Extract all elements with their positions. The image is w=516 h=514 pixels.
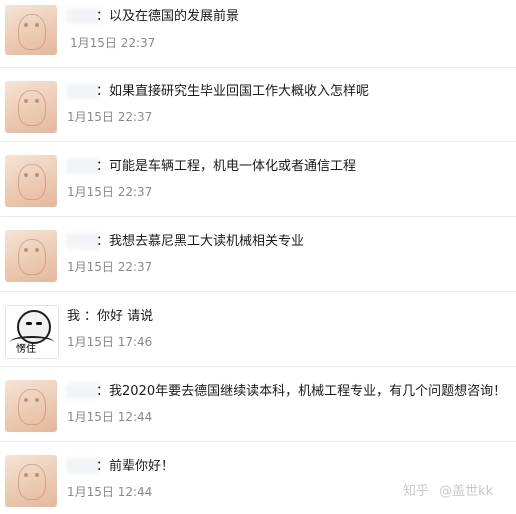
sender-name-blurred (66, 83, 100, 99)
list-item[interactable]: ：以及在德国的发展前景 1月15日 22:37 (0, 0, 516, 75)
avatar[interactable] (5, 5, 57, 55)
watermark-at: @ (439, 484, 453, 499)
watermark-author: 盖世kk (452, 484, 494, 499)
sender-name-blurred (66, 158, 100, 174)
divider (0, 67, 516, 68)
watermark-brand: 知乎 (403, 484, 430, 499)
message-time: 1月15日 22:37 (67, 260, 153, 274)
message-text: ：你好 请说 (84, 309, 154, 324)
message-text: ：以及在德国的发展前景 (96, 9, 240, 24)
message-time: 1月15日 22:37 (67, 110, 153, 124)
list-item[interactable]: ：如果直接研究生毕业回国工作大概收入怎样呢 1月15日 22:37 (0, 75, 516, 150)
message-time: 1月15日 12:44 (67, 410, 153, 424)
list-item[interactable]: ：我想去慕尼黑工大读机械相关专业 1月15日 22:37 (0, 225, 516, 300)
message-text: ：前辈你好！ (96, 459, 175, 474)
avatar[interactable] (5, 81, 57, 133)
watermark: 知乎 @盖世kk (403, 484, 493, 500)
message-time: 1月15日 22:37 (70, 36, 156, 50)
list-item[interactable]: 愣住 我 ：你好 请说 1月15日 17:46 (0, 300, 516, 375)
avatar-caption: 愣住 (16, 344, 36, 355)
divider (0, 291, 516, 292)
message-text: ：我想去慕尼黑工大读机械相关专业 (96, 234, 305, 249)
divider (0, 366, 516, 367)
list-item[interactable]: ：可能是车辆工程，机电一体化或者通信工程 1月15日 22:37 (0, 150, 516, 225)
message-text: ：我2020年要去德国继续读本科，机械工程专业，有几个问题想咨询！ (96, 384, 507, 399)
sender-name-blurred (66, 383, 100, 399)
divider (0, 441, 516, 442)
message-time: 1月15日 17:46 (67, 335, 153, 349)
divider (0, 216, 516, 217)
list-item[interactable]: ：我2020年要去德国继续读本科，机械工程专业，有几个问题想咨询！ 1月15日 … (0, 375, 516, 450)
avatar[interactable] (5, 380, 57, 432)
avatar[interactable] (5, 155, 57, 207)
message-text: ：可能是车辆工程，机电一体化或者通信工程 (96, 159, 357, 174)
avatar-self[interactable]: 愣住 (5, 305, 59, 359)
sender-name-blurred (66, 458, 100, 474)
message-text: ：如果直接研究生毕业回国工作大概收入怎样呢 (96, 84, 370, 99)
divider (0, 141, 516, 142)
sender-name: 我 (67, 309, 81, 324)
sender-name-blurred (66, 8, 100, 24)
sender-name-blurred (66, 233, 100, 249)
avatar[interactable] (5, 455, 57, 507)
list-item[interactable]: ：前辈你好！ 1月15日 12:44 (0, 450, 516, 514)
message-time: 1月15日 22:37 (67, 185, 153, 199)
avatar[interactable] (5, 230, 57, 282)
message-time: 1月15日 12:44 (67, 485, 153, 499)
